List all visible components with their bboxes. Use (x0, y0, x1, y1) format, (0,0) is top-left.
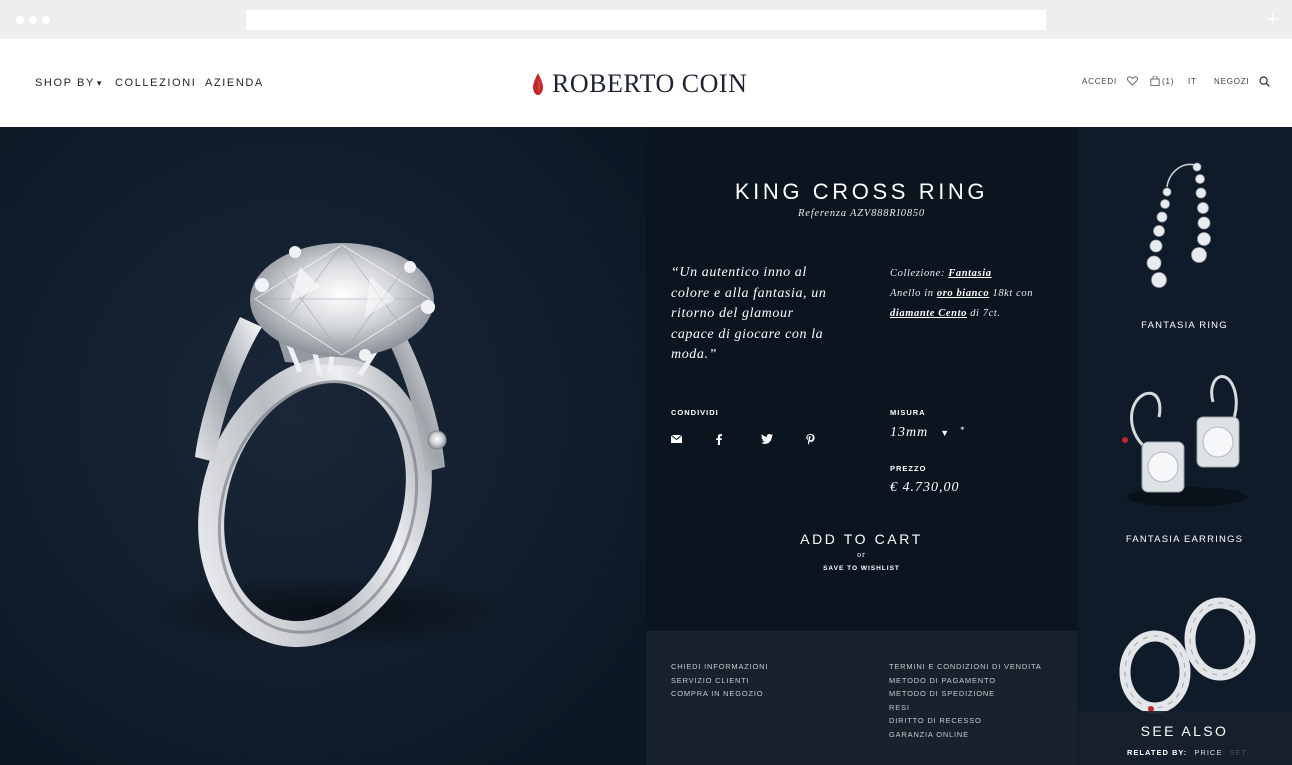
footer-link[interactable]: GARANZIA ONLINE (889, 728, 1042, 742)
nav-item-collezioni[interactable]: COLLEZIONI (115, 77, 205, 89)
footer-link[interactable]: CHIEDI INFORMAZIONI (671, 660, 768, 674)
logo-wordmark: ROBERTO COIN (552, 69, 748, 98)
footer-link[interactable]: METODO DI SPEDIZIONE (889, 687, 1042, 701)
nav-item-shop-by[interactable]: SHOP BY ▾ (35, 77, 115, 89)
heart-icon[interactable] (1127, 76, 1138, 86)
product-title: KING CROSS RING (734, 179, 989, 204)
fantasia-ring-image[interactable] (1137, 157, 1237, 297)
size-value: 13mm (890, 425, 929, 440)
required-marker: * (960, 425, 966, 435)
mail-icon[interactable] (671, 432, 716, 446)
share-label: CONDIVIDI (671, 408, 719, 417)
related-item-label[interactable]: FANTASIA EARRINGS (1077, 534, 1292, 545)
caret-down-icon: ▼ (940, 428, 951, 438)
price-label: PREZZO (890, 464, 927, 473)
see-also-bar: SEE ALSO RELATED BY: PRICE SET (1077, 711, 1292, 765)
product-image (0, 127, 646, 765)
diamond-link[interactable]: diamante Cento (890, 308, 967, 319)
stores-link[interactable]: NEGOZI (1214, 77, 1249, 86)
footer-list-left: CHIEDI INFORMAZIONI SERVIZIO CLIENTI COM… (671, 660, 768, 701)
language-selector[interactable]: IT (1188, 77, 1197, 86)
ring-image (0, 127, 646, 765)
twitter-icon[interactable] (761, 432, 806, 446)
collection-link[interactable]: Fantasia (948, 268, 991, 279)
address-bar[interactable] (246, 10, 1046, 30)
brand-logo[interactable]: ROBERTO COIN (533, 69, 747, 99)
fantasia-hoops-image[interactable] (1117, 597, 1257, 717)
window-minimize-dot[interactable] (29, 16, 37, 24)
bag-icon[interactable] (1150, 76, 1160, 86)
login-link[interactable]: ACCEDI (1082, 77, 1117, 86)
add-to-cart-button[interactable]: ADD TO CART (646, 531, 1077, 547)
or-separator: or (857, 550, 866, 559)
footer-list-right: TERMINI E CONDIZIONI DI VENDITA METODO D… (889, 660, 1042, 741)
related-by-label: RELATED BY: (1127, 748, 1188, 757)
footer-link[interactable]: METODO DI PAGAMENTO (889, 674, 1042, 688)
footer-link[interactable]: SERVIZIO CLIENTI (671, 674, 768, 688)
logo-drop-icon (533, 73, 543, 95)
nav-item-azienda[interactable]: AZIENDA (205, 77, 264, 89)
save-to-wishlist-link[interactable]: SAVE TO WISHLIST (646, 565, 1077, 572)
related-by-option-price[interactable]: PRICE (1194, 748, 1222, 757)
related-products: FANTASIA RING FANTASIA EARRINGS SEE ALSO… (1077, 127, 1292, 765)
footer-link[interactable]: TERMINI E CONDIZIONI DI VENDITA (889, 660, 1042, 674)
material-link[interactable]: oro bianco (937, 288, 989, 299)
pinterest-icon[interactable] (806, 432, 851, 446)
window-close-dot[interactable] (16, 16, 24, 24)
product-description: Collezione: Fantasia Anello in oro bianc… (890, 264, 1060, 324)
caret-down-icon: ▾ (96, 78, 104, 88)
search-icon[interactable] (1259, 76, 1270, 87)
share-icons (671, 432, 851, 446)
product-reference: Referenza AZV888RI0850 (798, 208, 925, 219)
desc-text: 18kt con (992, 288, 1034, 299)
main-nav: SHOP BY ▾ COLLEZIONI AZIENDA (35, 77, 264, 89)
window-maximize-dot[interactable] (42, 16, 50, 24)
desc-text: di 7ct. (970, 308, 1001, 319)
nav-label: SHOP BY (35, 77, 95, 89)
related-by-filter: RELATED BY: PRICE SET (1127, 748, 1247, 757)
related-by-option-set[interactable]: SET (1229, 748, 1247, 757)
footer-link[interactable]: RESI (889, 701, 1042, 715)
footer-links: CHIEDI INFORMAZIONI SERVIZIO CLIENTI COM… (646, 631, 1077, 765)
fantasia-earrings-image[interactable] (1117, 372, 1257, 512)
product-info-panel: KING CROSS RING Referenza AZV888RI0850 “… (646, 127, 1077, 631)
footer-link[interactable]: COMPRA IN NEGOZIO (671, 687, 768, 701)
facebook-icon[interactable] (716, 432, 761, 446)
see-also-title: SEE ALSO (1140, 723, 1229, 739)
collection-label: Collezione: (890, 268, 946, 279)
related-item-label[interactable]: FANTASIA RING (1077, 320, 1292, 331)
size-label: MISURA (890, 408, 926, 417)
desc-text: Anello in (890, 288, 934, 299)
footer-link[interactable]: DIRITTO DI RECESSO (889, 714, 1042, 728)
new-tab-icon[interactable]: + (1266, 11, 1279, 27)
price-value: € 4.730,00 (890, 480, 960, 495)
size-select[interactable]: 13mm ▼ * (890, 425, 966, 441)
site-header: SHOP BY ▾ COLLEZIONI AZIENDA ROBERTO COI… (0, 39, 1292, 127)
product-quote: “Un autentico inno al colore e alla fant… (671, 265, 827, 362)
browser-chrome: + (0, 0, 1292, 39)
cart-count[interactable]: (1) (1162, 77, 1174, 86)
